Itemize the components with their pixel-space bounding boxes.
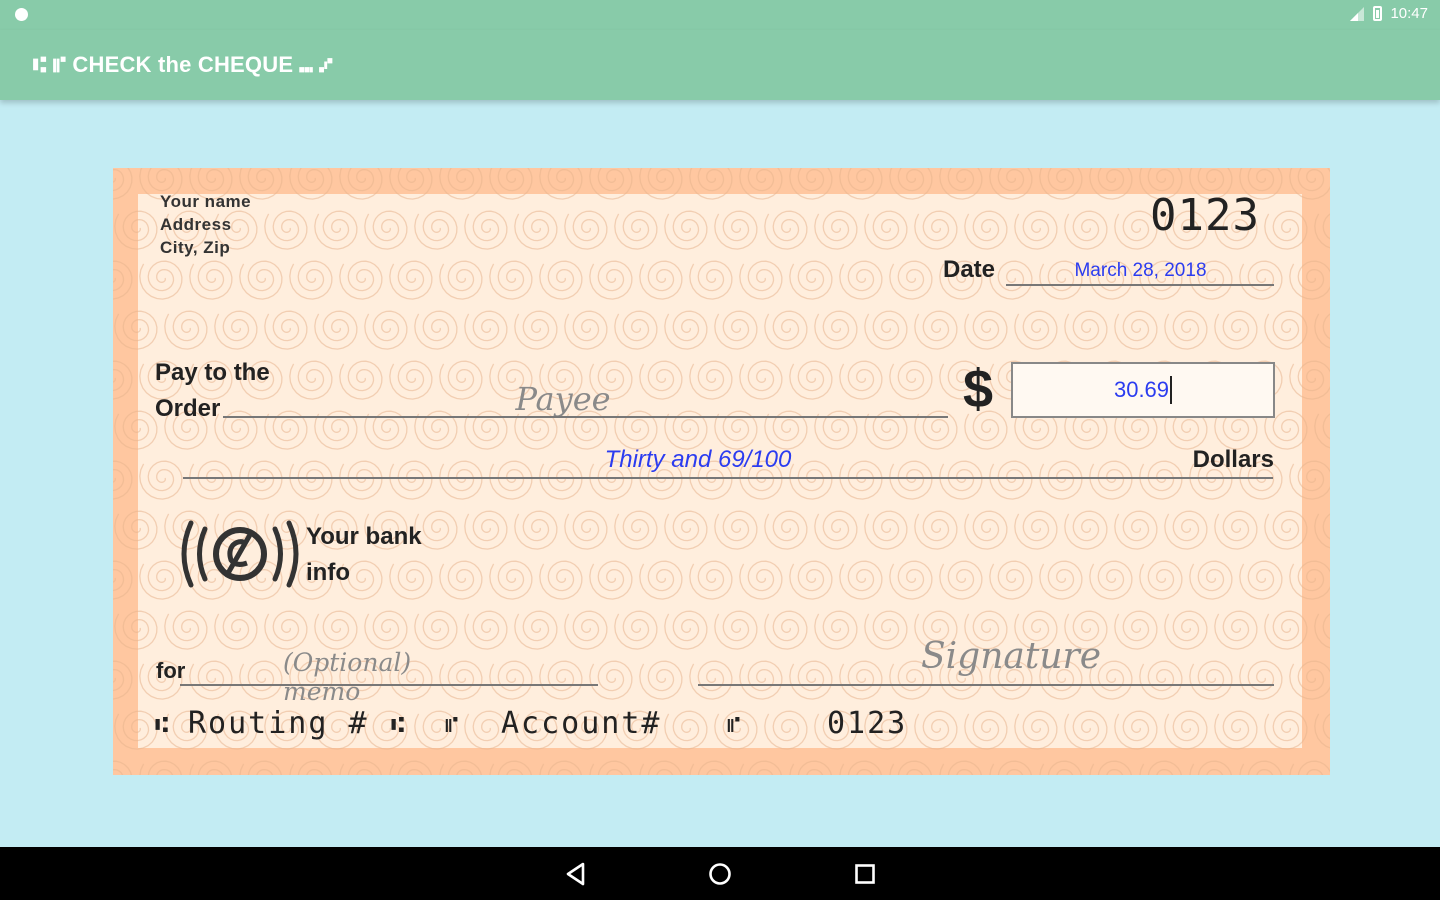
- owner-name: Your name: [160, 192, 252, 211]
- recents-icon[interactable]: [852, 861, 878, 887]
- signal-icon: [1350, 6, 1365, 21]
- amount-words-line: [183, 477, 1273, 479]
- bank-logo-icon[interactable]: [179, 515, 301, 593]
- owner-city-zip: City, Zip: [160, 238, 231, 257]
- amount-in-words: Thirty and 69/100: [604, 446, 792, 473]
- memo-field[interactable]: (Optional) memo: [283, 648, 493, 706]
- owner-address: Address: [160, 215, 232, 234]
- date-label: Date: [943, 256, 996, 283]
- app-title: ⑆ ⑈ CHECK the CHEQUE ⑉ ⑇: [33, 52, 333, 77]
- owner-address-block[interactable]: Your name Address City, Zip: [160, 190, 251, 259]
- pay-label-line2: Order: [155, 395, 221, 422]
- payee-field[interactable]: Payee: [413, 380, 713, 418]
- pay-label-line1: Pay to the: [155, 359, 270, 386]
- dollar-sign: $: [963, 359, 994, 419]
- status-indicators: 10:47: [1347, 5, 1428, 22]
- dollars-label: Dollars: [1192, 446, 1274, 473]
- navigation-bar: [0, 847, 1440, 900]
- home-icon[interactable]: [707, 861, 733, 887]
- date-field[interactable]: March 28, 2018: [1008, 260, 1273, 282]
- micr-account-close-symbol: ⑈: [727, 713, 743, 738]
- cheque-number[interactable]: 0123: [1150, 190, 1260, 241]
- back-icon[interactable]: [563, 861, 589, 887]
- status-time: 10:47: [1390, 5, 1428, 22]
- micr-cheque-number: 0123: [827, 706, 908, 741]
- date-line: [1006, 284, 1274, 286]
- status-bar: 10:47: [0, 0, 1440, 30]
- micr-routing-close-symbol: ⑆: [391, 713, 407, 738]
- amount-input[interactable]: 30.69: [1011, 362, 1275, 418]
- amount-value: 30.69: [1113, 377, 1170, 402]
- cheque: Your name Address City, Zip 0123 Date Ma…: [113, 168, 1330, 775]
- notification-dot-icon: [15, 8, 28, 21]
- bank-info-line1: Your bank: [306, 523, 422, 550]
- micr-routing-label[interactable]: Routing #: [188, 706, 369, 741]
- signature-field[interactable]: Signature: [921, 636, 1101, 677]
- memo-line: [180, 684, 598, 686]
- text-cursor: [1170, 376, 1173, 404]
- app-bar: ⑆ ⑈ CHECK the CHEQUE ⑉ ⑇: [0, 30, 1440, 100]
- signature-line: [698, 684, 1274, 686]
- micr-account-label[interactable]: Account#: [501, 706, 662, 741]
- micr-account-open-symbol: ⑈: [445, 713, 461, 738]
- bank-info-block[interactable]: Your bank info: [306, 519, 422, 591]
- payee-line: [223, 416, 948, 418]
- bank-info-line2: info: [306, 559, 350, 586]
- micr-routing-open-symbol: ⑆: [155, 713, 171, 738]
- battery-icon: [1373, 6, 1383, 21]
- for-label: for: [156, 658, 186, 683]
